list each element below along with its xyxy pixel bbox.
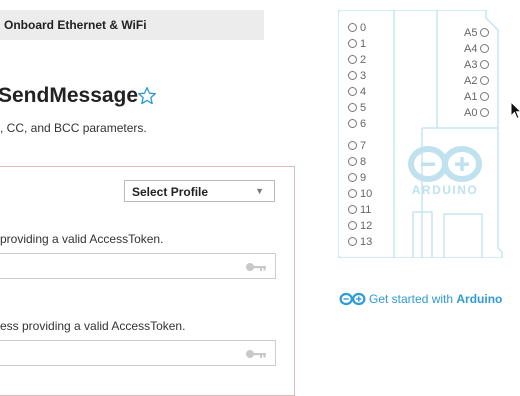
pin-circle-icon [480,75,490,85]
field-help-text: providing a valid AccessToken. [0,232,164,246]
digital-pin-10[interactable]: 10 [348,187,372,201]
chevron-down-icon: ▼ [255,186,264,196]
analog-pin-a4[interactable]: A4 [464,42,490,56]
analog-pin-a2[interactable]: A2 [464,74,490,88]
digital-pin-5[interactable]: 5 [348,101,366,115]
digital-pin-4[interactable]: 4 [348,85,366,99]
pin-circle-icon [348,188,357,198]
pin-circle-icon [480,91,490,101]
arduino-board-diagram: ARDUINO 0 1 2 3 4 5 6 7 8 9 10 11 12 13 … [338,10,503,258]
access-token-input[interactable] [5,255,239,279]
digital-pin-0[interactable]: 0 [348,21,366,35]
analog-pin-a0[interactable]: A0 [464,106,490,120]
field-help-text: ess providing a valid AccessToken. [0,319,186,333]
digital-pin-11[interactable]: 11 [348,203,371,217]
mouse-cursor-icon [510,101,520,120]
choreo-description: , CC, and BCC parameters. [0,121,147,135]
pin-circle-icon [348,70,357,80]
tab-label: Onboard Ethernet & WiFi [4,18,147,32]
pin-circle-icon [480,43,490,53]
board-logo-text: ARDUINO [412,183,479,197]
get-started-link[interactable]: Get started with Arduino [339,291,502,307]
profile-select-value: Select Profile [132,185,209,199]
pin-circle-icon [348,204,357,214]
pin-circle-icon [348,156,357,166]
choreo-title: SendMessage [0,84,139,107]
digital-pin-1[interactable]: 1 [348,37,366,51]
pin-circle-icon [348,220,357,230]
digital-pin-13[interactable]: 13 [348,235,372,249]
digital-pin-7[interactable]: 7 [348,139,366,153]
arduino-logo-icon [339,292,366,305]
pin-circle-icon [348,118,357,128]
digital-pin-3[interactable]: 3 [348,69,366,83]
key-icon[interactable] [245,262,267,272]
analog-pin-a1[interactable]: A1 [464,90,490,104]
pin-circle-icon [348,172,357,182]
pin-circle-icon [348,86,357,96]
pin-circle-icon [480,27,490,37]
analog-pin-a5[interactable]: A5 [464,26,490,40]
tab-onboard-ethernet-wifi[interactable]: Onboard Ethernet & WiFi [0,10,264,40]
key-icon[interactable] [245,349,267,359]
analog-pin-a3[interactable]: A3 [464,58,490,72]
access-token-input[interactable] [5,342,239,366]
access-token-field [0,340,276,366]
arduino-logo-icon: ARDUINO [408,146,482,197]
pin-circle-icon [480,107,490,117]
digital-pin-8[interactable]: 8 [348,155,366,169]
pin-circle-icon [348,236,357,246]
star-icon[interactable] [137,86,157,106]
digital-pin-2[interactable]: 2 [348,53,366,67]
get-started-text: Get started with [369,291,454,306]
digital-pin-9[interactable]: 9 [348,171,366,185]
pin-circle-icon [348,38,357,48]
pin-circle-icon [348,102,357,112]
arduino-brand-text: Arduino [456,291,503,306]
pin-circle-icon [348,54,357,64]
digital-pin-12[interactable]: 12 [348,219,372,233]
profile-select[interactable]: Select Profile ▼ [124,180,275,202]
pin-circle-icon [480,59,490,69]
pin-circle-icon [348,22,357,32]
digital-pin-6[interactable]: 6 [348,117,366,131]
pin-circle-icon [348,140,357,150]
access-token-field [0,253,276,279]
